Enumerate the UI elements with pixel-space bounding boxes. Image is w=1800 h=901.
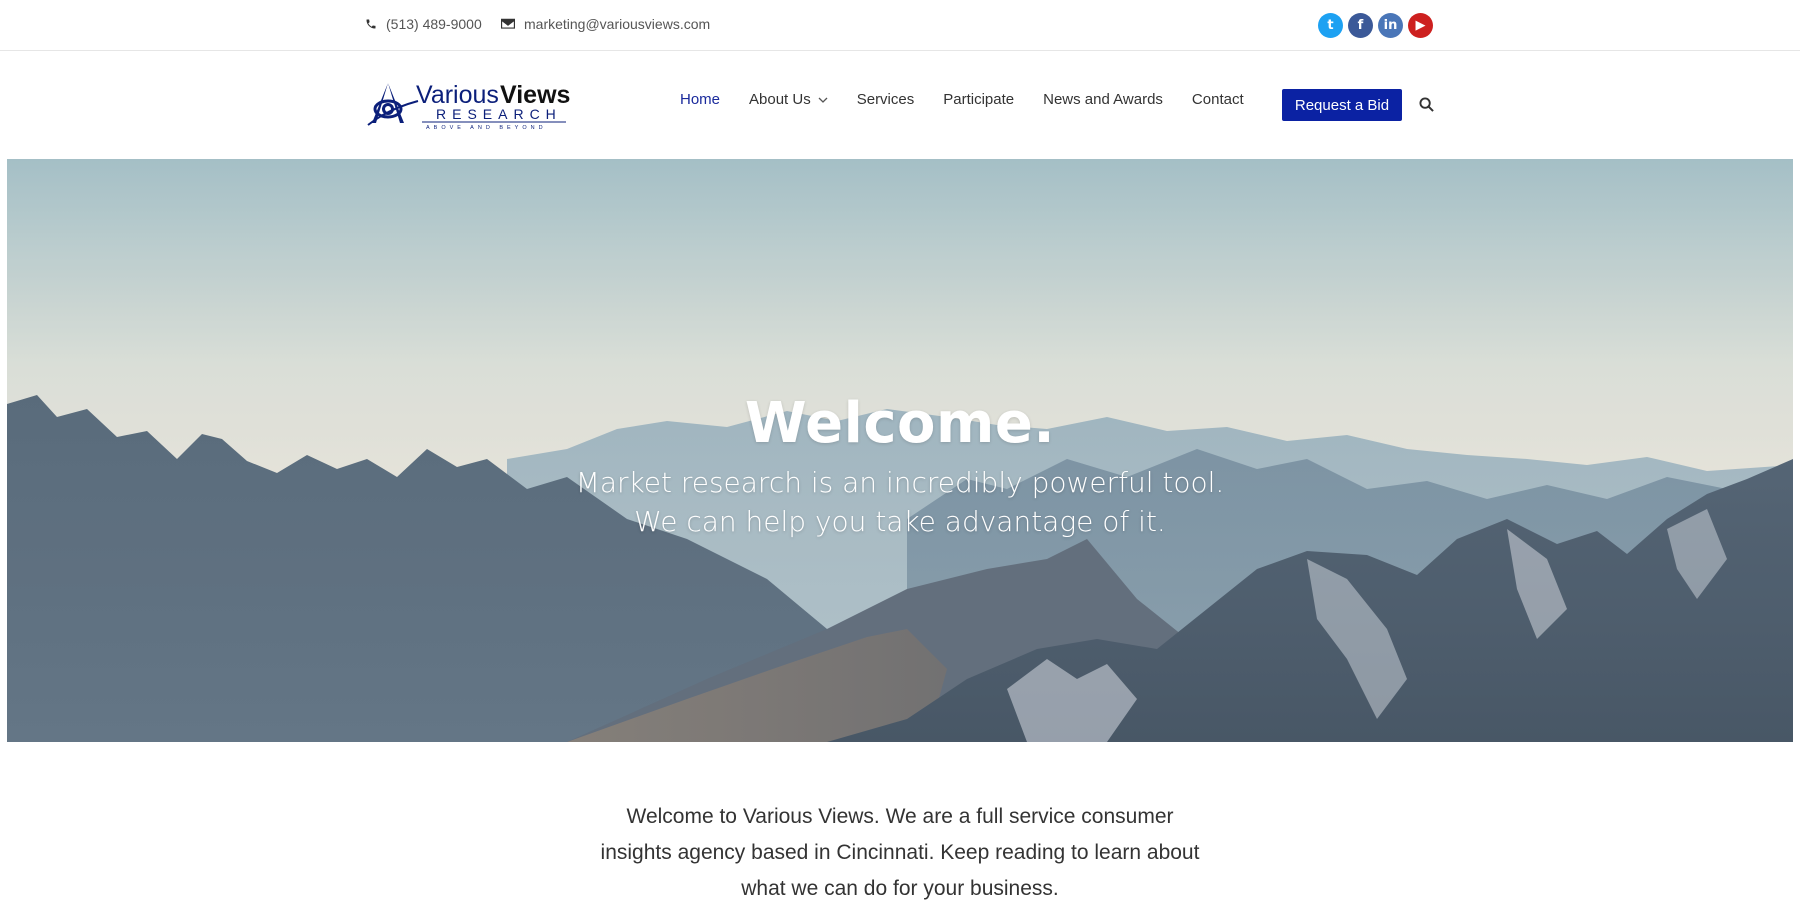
main-nav: Home About Us Services Participate News … — [680, 91, 1273, 108]
top-bar: (513) 489-9000 marketing@variousviews.co… — [0, 0, 1800, 51]
nav-services[interactable]: Services — [857, 91, 915, 108]
intro-text-line2: insights agency based in Cincinnati. Kee… — [600, 841, 1200, 864]
search-button[interactable] — [1419, 97, 1434, 117]
nav-news-and-awards[interactable]: News and Awards — [1043, 91, 1163, 108]
nav-services-label: Services — [856, 91, 915, 108]
logo-tagline: ABOVE AND BEYOND — [426, 125, 547, 131]
logo-text-research: RESEARCH — [436, 106, 562, 122]
phone-contact[interactable]: (513) 489-9000 — [365, 16, 482, 32]
hero-banner: Welcome. Market research is an incredibl… — [7, 159, 1793, 742]
email-address: marketing@variousviews.com — [524, 16, 711, 32]
search-icon — [1419, 97, 1434, 112]
nav-news-label: News and Awards — [1043, 91, 1163, 108]
email-contact[interactable]: marketing@variousviews.com — [501, 16, 710, 32]
site-header: Various Views RESEARCH ABOVE AND BEYOND … — [0, 51, 1800, 159]
phone-number: (513) 489-9000 — [386, 16, 482, 32]
logo-mark: Various Views RESEARCH ABOVE AND BEYOND — [367, 81, 570, 131]
request-bid-label: Request a Bid — [1294, 96, 1390, 114]
hero-subtitle-line1: Market research is an incredibly powerfu… — [575, 466, 1225, 499]
phone-icon — [366, 19, 376, 29]
facebook-icon[interactable]: f — [1348, 13, 1373, 38]
twitter-icon[interactable]: t — [1318, 13, 1343, 38]
intro-text-line1: Welcome to Various Views. We are a full … — [626, 805, 1174, 828]
youtube-icon[interactable]: ▶ — [1408, 13, 1433, 38]
social-links: t f in ▶ — [1313, 13, 1433, 38]
envelope-icon — [501, 18, 515, 29]
nav-home[interactable]: Home — [680, 91, 720, 108]
chevron-down-icon — [818, 97, 828, 103]
nav-participate-label: Participate — [943, 91, 1015, 108]
nav-contact[interactable]: Contact — [1192, 91, 1244, 108]
hero-title: Welcome. — [744, 391, 1056, 456]
site-logo[interactable]: Various Views RESEARCH ABOVE AND BEYOND — [366, 79, 576, 131]
intro-text-line3: what we can do for your business. — [741, 877, 1059, 900]
hero-subtitle-line2: We can help you take advantage of it. — [634, 505, 1166, 538]
logo-text-views: Views — [500, 81, 570, 109]
nav-contact-label: Contact — [1191, 91, 1244, 108]
logo-text-various: Various — [416, 81, 499, 109]
linkedin-icon[interactable]: in — [1378, 13, 1403, 38]
nav-home-label: Home — [680, 91, 721, 108]
nav-participate[interactable]: Participate — [943, 91, 1014, 108]
nav-about-us[interactable]: About Us — [749, 91, 828, 108]
request-bid-button[interactable]: Request a Bid — [1282, 89, 1402, 121]
nav-about-us-label: About Us — [749, 91, 811, 108]
